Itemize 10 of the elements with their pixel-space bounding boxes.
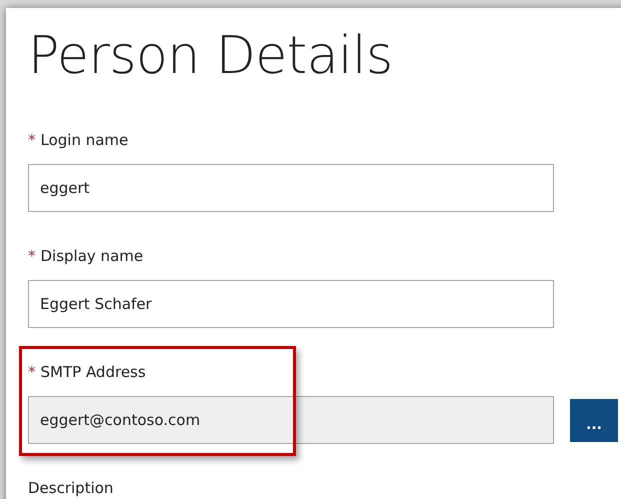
required-asterisk: *: [28, 246, 36, 267]
field-label: SMTP Address: [40, 362, 146, 383]
required-asterisk: *: [28, 130, 36, 151]
field-label: Login name: [40, 130, 128, 151]
page-title: Person Details: [28, 25, 394, 88]
field-label: Description: [28, 478, 114, 499]
field-label: Display name: [40, 246, 144, 267]
text-field[interactable]: eggert: [28, 164, 554, 212]
required-asterisk: *: [28, 362, 36, 383]
text-field[interactable]: Eggert Schafer: [28, 280, 554, 328]
